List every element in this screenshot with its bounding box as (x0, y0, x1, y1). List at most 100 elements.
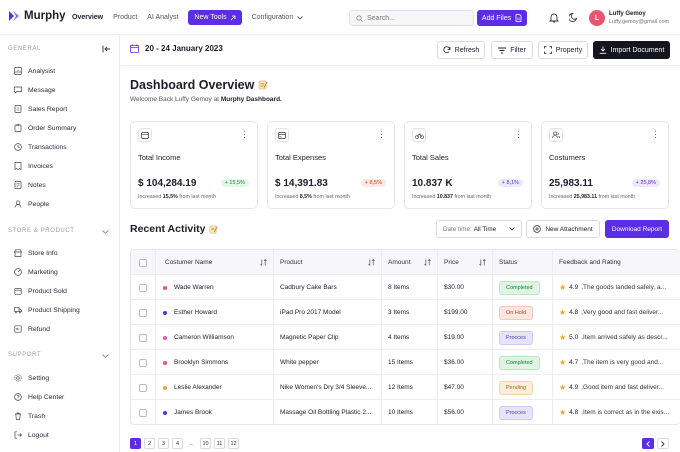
search-input[interactable] (367, 14, 467, 22)
moon-icon[interactable] (569, 12, 579, 22)
nav-product[interactable]: Product (113, 10, 137, 25)
sidebar-item-refund[interactable]: Refund (14, 325, 50, 333)
more-options-icon[interactable]: ⋮ (514, 129, 523, 140)
sidebar-item-notes[interactable]: Notes (14, 181, 46, 189)
more-options-icon[interactable]: ⋮ (377, 129, 386, 140)
sidebar-section-store: STORE & PRODUCT (8, 228, 75, 234)
sidebar-item-trash[interactable]: Trash (14, 412, 45, 420)
brand-logo[interactable]: Murphy (8, 10, 66, 22)
customer-dot (163, 360, 167, 365)
sidebar-item-label: Logout (28, 431, 49, 439)
trend-badge: + 25,8% (631, 179, 660, 187)
sidebar-item-marketing[interactable]: Marketing (14, 268, 58, 276)
sidebar-item-order-summary[interactable]: Order Summary (14, 124, 76, 132)
chevron-down-icon[interactable] (102, 354, 109, 358)
filter-button[interactable]: Filter (491, 41, 533, 59)
sidebar-item-transactions[interactable]: Transactions (14, 143, 67, 151)
page-button-10[interactable]: 10 (200, 438, 211, 449)
sort-icon (368, 259, 375, 266)
header-amount[interactable]: Amount (381, 250, 437, 275)
product-name: White pepper (280, 359, 319, 366)
sidebar-item-label: Sales Report (28, 105, 68, 113)
row-checkbox[interactable] (139, 408, 147, 417)
customer-name: Esther Howard (174, 309, 217, 316)
table-row[interactable]: Leslie Alexander Nike Women's Dry 3/4 Sle… (131, 375, 680, 400)
header-price[interactable]: Price (437, 250, 492, 275)
table-row[interactable]: Brooklyn Simmons White pepper 15 Items $36.… (131, 350, 680, 375)
import-document-button[interactable]: Import Document (593, 41, 670, 59)
sidebar-item-analysist[interactable]: Analysist (14, 67, 55, 75)
section-title: Recent Activity (130, 223, 219, 235)
bell-icon[interactable] (549, 12, 559, 23)
section-title-text: Recent Activity (130, 223, 206, 235)
sidebar-item-sales-report[interactable]: Sales Report (14, 105, 67, 113)
property-button[interactable]: Property (538, 41, 588, 59)
configuration-dropdown[interactable]: Configuration (252, 10, 304, 25)
sidebar-item-message[interactable]: Message (14, 86, 56, 94)
header-costumer-name[interactable]: Costumer Name (155, 250, 273, 275)
search-box[interactable] (349, 10, 474, 26)
price: $56.00 (444, 409, 464, 416)
header-label: Price (444, 259, 459, 266)
header-status[interactable]: Status (492, 250, 552, 275)
customer-dot (163, 385, 167, 390)
cell-product: Nike Women's Dry 3/4 Sleeve... (273, 375, 381, 400)
page-button-11[interactable]: 11 (214, 438, 225, 449)
sidebar-item-invoices[interactable]: Invoices (14, 162, 53, 170)
new-tools-button[interactable]: New Tools (188, 10, 242, 25)
product-name: Nike Women's Dry 3/4 Sleeve... (280, 384, 372, 391)
nav-ai-analyst[interactable]: AI Analyst (147, 10, 178, 25)
status-badge: Procces (499, 405, 533, 420)
page-button-4[interactable]: 4 (172, 438, 183, 449)
cell-feedback: ★ 4.8 ,Very good and fast deliver... (552, 300, 680, 325)
row-checkbox[interactable] (139, 308, 147, 317)
more-options-icon[interactable]: ⋮ (240, 129, 249, 140)
more-options-icon[interactable]: ⋮ (651, 129, 660, 140)
main-nav: Overview Product AI Analyst New Tools Co… (72, 10, 304, 25)
notes-icon (14, 181, 22, 189)
sidebar-item-product-shipping[interactable]: Product Shipping (14, 306, 80, 314)
table-row[interactable]: Esther Howard iPad Pro 2017 Model 3 Items $… (131, 300, 680, 325)
cell-price: $19.00 (437, 325, 492, 350)
collapse-sidebar-icon[interactable] (102, 45, 111, 53)
card-icon (275, 128, 289, 142)
page-button-2[interactable]: 2 (144, 438, 155, 449)
download-report-button[interactable]: Download Report (605, 220, 669, 238)
nav-overview[interactable]: Overview (72, 10, 103, 25)
amount: 15 Items (388, 359, 413, 366)
row-checkbox[interactable] (139, 333, 147, 342)
page-button-3[interactable]: 3 (158, 438, 169, 449)
chevron-down-icon[interactable] (102, 230, 109, 234)
sidebar-item-store-info[interactable]: Store Info (14, 249, 57, 257)
sidebar-item-label: Analysist (28, 67, 56, 75)
add-files-button[interactable]: Add Files (477, 10, 527, 26)
page-button-12[interactable]: 12 (228, 438, 239, 449)
refresh-button[interactable]: Refresh (437, 41, 485, 59)
sidebar-item-logout[interactable]: Logout (14, 431, 49, 439)
select-all-checkbox[interactable] (139, 258, 147, 267)
previous-page-button[interactable] (642, 438, 654, 449)
header-feedback[interactable]: Feedback and Rating (552, 250, 680, 275)
date-time-select[interactable]: Date time: All Time (436, 220, 522, 238)
sidebar: GENERAL Analysist Message Sales Report O… (0, 35, 120, 452)
card-note: Increased 25,983.11 from last month (549, 194, 635, 200)
page-button-1[interactable]: 1 (130, 438, 141, 449)
avatar[interactable]: L (589, 10, 605, 26)
row-checkbox[interactable] (139, 383, 147, 392)
date-range[interactable]: 20 - 24 January 2023 (130, 44, 223, 53)
sidebar-item-setting[interactable]: Setting (14, 374, 49, 382)
sidebar-item-help-center[interactable]: Help Center (14, 393, 64, 401)
price: $19.00 (444, 334, 464, 341)
sidebar-item-people[interactable]: People (14, 200, 49, 208)
table-row[interactable]: Cameron Williamson Magnetic Paper Clip 4 I… (131, 325, 680, 350)
user-icon (14, 200, 22, 208)
new-attachment-button[interactable]: New Attachment (526, 220, 600, 238)
row-checkbox[interactable] (139, 283, 147, 292)
sidebar-item-product-sold[interactable]: Product Sold (14, 287, 67, 295)
next-page-button[interactable] (657, 438, 669, 449)
table-row[interactable]: Wade Warren Cadbury Cake Bars 8 Items $30.0… (131, 275, 680, 300)
header-product[interactable]: Product (273, 250, 381, 275)
row-checkbox[interactable] (139, 358, 147, 367)
refresh-label: Refresh (454, 46, 480, 54)
table-row[interactable]: James Brook Massage Oil Bottling Plastic … (131, 400, 680, 424)
